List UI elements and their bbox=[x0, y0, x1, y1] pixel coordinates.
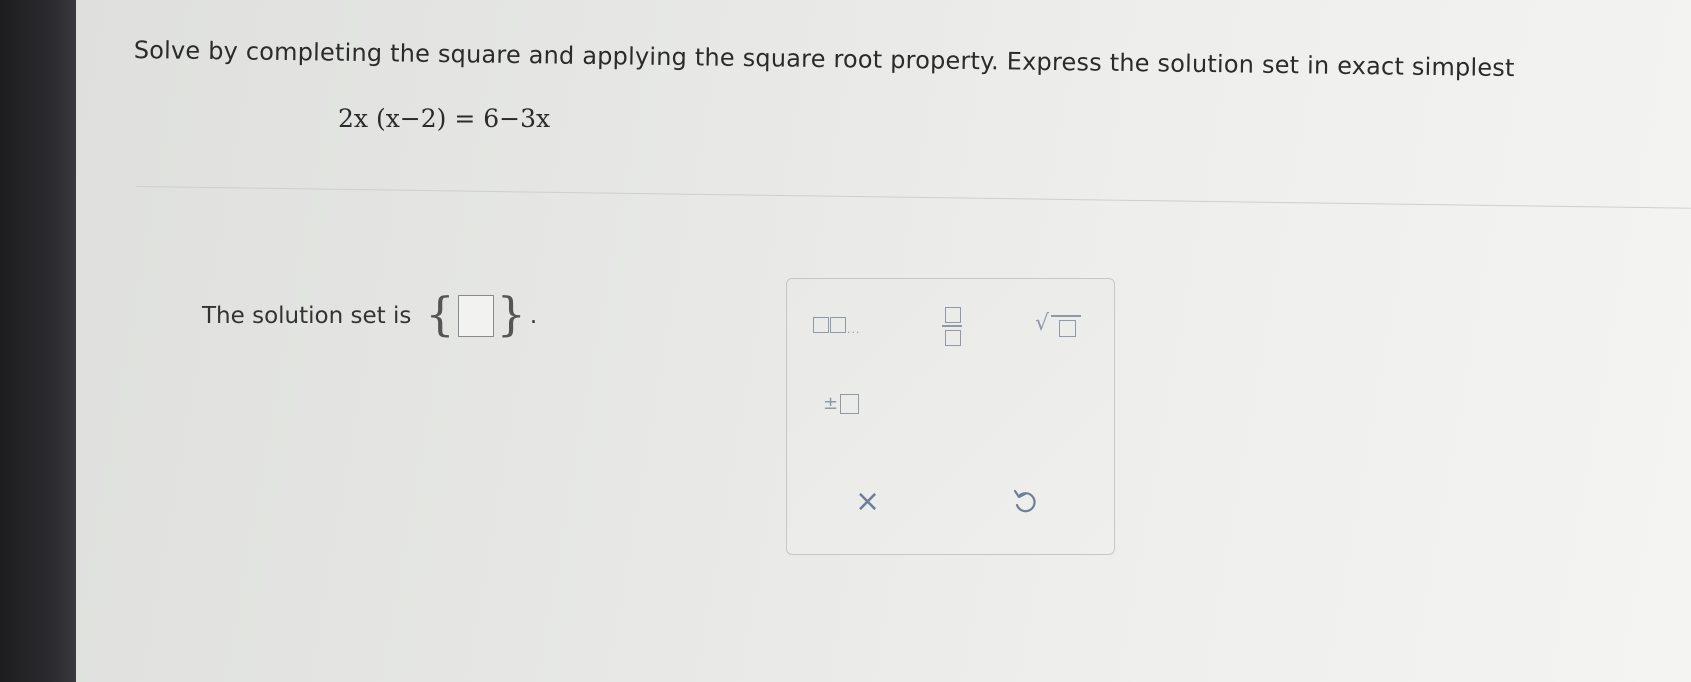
mixed-number-button[interactable]: ... bbox=[811, 313, 881, 339]
mixed-number-icon bbox=[813, 317, 829, 333]
fraction-bar bbox=[942, 325, 962, 327]
plus-minus-box bbox=[840, 394, 859, 414]
undo-button[interactable] bbox=[1009, 487, 1039, 517]
equation: 2x (x−2) = 6−3x bbox=[338, 104, 551, 133]
left-brace: { bbox=[425, 287, 455, 341]
square-root-button[interactable]: √ bbox=[1035, 309, 1089, 345]
right-brace: } bbox=[496, 287, 526, 341]
mixed-number-dots: ... bbox=[847, 323, 861, 336]
square-root-box bbox=[1059, 320, 1076, 337]
clear-button[interactable]: × bbox=[855, 487, 880, 517]
undo-icon bbox=[1013, 489, 1036, 513]
question-text: Solve by completing the square and apply… bbox=[133, 36, 1515, 83]
plus-minus-button[interactable]: ± bbox=[823, 391, 869, 421]
solution-input[interactable] bbox=[457, 295, 494, 337]
plus-minus-icon: ± bbox=[823, 393, 839, 414]
square-root-vinculum bbox=[1051, 315, 1081, 317]
answer-label: The solution set is bbox=[202, 303, 412, 329]
fraction-icon bbox=[945, 307, 961, 323]
square-root-icon: √ bbox=[1035, 311, 1050, 336]
answer-row: The solution set is { } . bbox=[202, 291, 538, 337]
screen-bezel bbox=[0, 0, 76, 682]
problem-screen: Solve by completing the square and apply… bbox=[76, 0, 1691, 682]
answer-period: . bbox=[529, 303, 538, 329]
fraction-denominator-box bbox=[945, 330, 961, 346]
mixed-number-icon-box bbox=[830, 317, 846, 333]
fraction-button[interactable] bbox=[937, 301, 967, 351]
section-divider bbox=[135, 186, 1691, 209]
math-palette: ... √ ± × bbox=[786, 278, 1115, 555]
